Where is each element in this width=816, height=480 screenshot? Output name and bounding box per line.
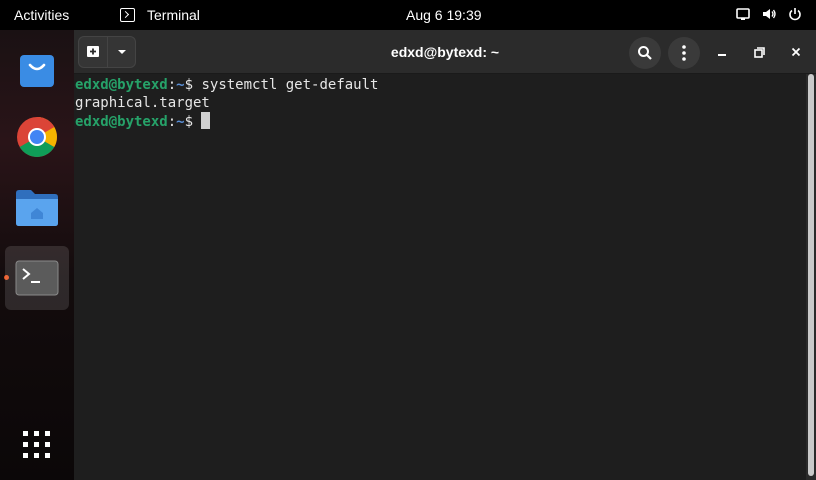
- prompt-symbol: $: [184, 114, 194, 130]
- store-icon: [20, 55, 54, 87]
- activities-button[interactable]: Activities: [14, 7, 69, 23]
- minimize-button[interactable]: [710, 40, 734, 64]
- header-bar[interactable]: edxd@bytexd: ~: [74, 30, 816, 74]
- maximize-button[interactable]: [747, 40, 771, 64]
- menu-button[interactable]: [668, 37, 700, 69]
- dock-item-app-store[interactable]: [10, 42, 64, 96]
- terminal-output[interactable]: edxd@bytexd:~$ systemctl get-default grap…: [74, 74, 806, 480]
- terminal-icon: [120, 8, 135, 22]
- command-text: systemctl get-default: [193, 77, 379, 93]
- close-button[interactable]: [784, 40, 808, 64]
- dock: [0, 30, 74, 480]
- terminal-line: edxd@bytexd:~$: [75, 112, 806, 131]
- prompt-user: edxd@bytexd: [75, 114, 168, 130]
- chrome-icon: [17, 117, 57, 157]
- kebab-menu-icon: [682, 45, 686, 61]
- dock-item-show-applications[interactable]: [10, 418, 64, 472]
- scrollbar[interactable]: [806, 74, 816, 480]
- search-button[interactable]: [629, 37, 661, 69]
- top-bar: Activities Terminal Aug 6 19:39: [0, 0, 816, 30]
- prompt-separator: :: [167, 114, 177, 130]
- search-icon: [638, 46, 652, 60]
- files-icon: [16, 190, 58, 226]
- app-menu[interactable]: Terminal: [120, 7, 200, 23]
- terminal-line: edxd@bytexd:~$ systemctl get-default: [75, 76, 806, 94]
- prompt-path: ~: [176, 114, 185, 130]
- scrollbar-thumb[interactable]: [808, 74, 814, 476]
- apps-grid-icon: [23, 431, 50, 458]
- clock[interactable]: Aug 6 19:39: [406, 7, 482, 23]
- minimize-icon: [718, 54, 726, 56]
- terminal-app-icon: [15, 260, 59, 296]
- command-text: [193, 114, 201, 130]
- dock-item-chrome[interactable]: [10, 110, 64, 164]
- prompt-path: ~: [176, 77, 185, 93]
- command-output: graphical.target: [75, 95, 210, 111]
- prompt-user: edxd@bytexd: [75, 77, 168, 93]
- dock-item-files[interactable]: [10, 180, 64, 234]
- volume-icon: [763, 9, 776, 19]
- power-icon: [789, 8, 801, 21]
- terminal-line: graphical.target: [75, 94, 806, 112]
- close-icon: [791, 47, 801, 57]
- text-cursor: [201, 112, 211, 129]
- window-title: edxd@bytexd: ~: [390, 44, 500, 60]
- terminal-window: edxd@bytexd: ~ edxd@bytexd:~$ systemctl …: [74, 30, 816, 480]
- screen-icon: [736, 8, 750, 20]
- system-tray[interactable]: [736, 7, 802, 21]
- prompt-symbol: $: [184, 77, 194, 93]
- app-menu-label: Terminal: [147, 7, 200, 23]
- restore-icon: [753, 46, 765, 58]
- dock-item-terminal[interactable]: [5, 246, 69, 310]
- prompt-separator: :: [167, 77, 177, 93]
